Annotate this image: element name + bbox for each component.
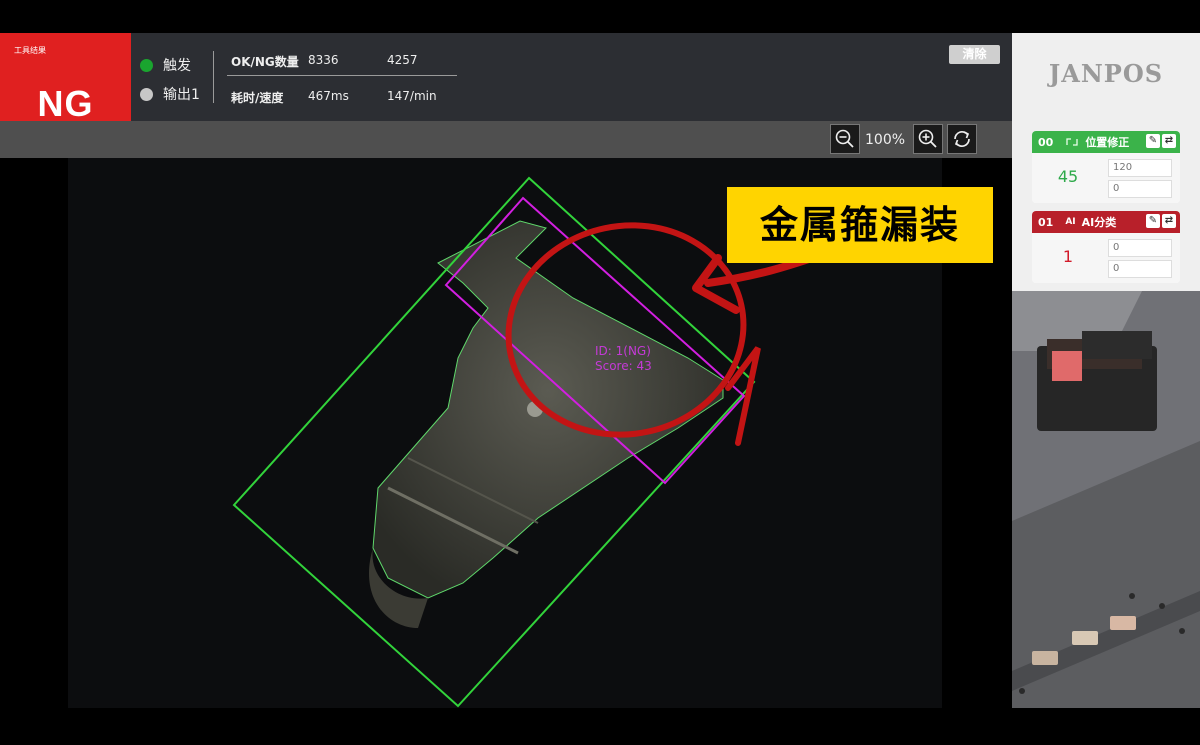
tool-card-body: 1 0 0 bbox=[1032, 233, 1180, 283]
edit-icon[interactable]: ✎ bbox=[1146, 214, 1160, 228]
tool-result-panel: 工具结果 NG bbox=[0, 33, 131, 124]
image-toolbar: 100% bbox=[0, 121, 1012, 158]
tool-card-header: 01 AI AI分类 ✎ ⇄ bbox=[1032, 211, 1180, 233]
tool-result-value: NG bbox=[37, 83, 94, 124]
trigger-label: 触发 bbox=[163, 58, 191, 74]
zoom-level: 100% bbox=[865, 132, 906, 148]
tool-index: 00 bbox=[1038, 135, 1054, 149]
annotation-arrow bbox=[692, 252, 822, 314]
camera-scene bbox=[1012, 291, 1200, 708]
tool-score: 1 bbox=[1062, 247, 1074, 266]
swap-icon[interactable]: ⇄ bbox=[1162, 214, 1176, 228]
param1-input[interactable]: 120 bbox=[1108, 159, 1172, 177]
output1-label: 输出1 bbox=[163, 87, 200, 103]
refresh-button[interactable] bbox=[947, 124, 977, 154]
tool-card-ai[interactable]: 01 AI AI分类 ✎ ⇄ 1 0 0 bbox=[1032, 211, 1180, 283]
param2-input[interactable]: 0 bbox=[1108, 180, 1172, 198]
param1-input[interactable]: 0 bbox=[1108, 239, 1172, 257]
camera-live-view bbox=[1012, 291, 1200, 708]
speed-value: 147/min bbox=[387, 89, 437, 103]
tool-index: 01 bbox=[1038, 215, 1054, 229]
zoom-out-button[interactable] bbox=[830, 124, 860, 154]
clear-button[interactable]: 清除 bbox=[949, 45, 1000, 64]
header-divider bbox=[213, 51, 214, 103]
ai-tool-icon: AI bbox=[1065, 217, 1076, 227]
detection-id: ID: 1(NG) bbox=[595, 344, 651, 358]
defect-annotation-label: 金属箍漏装 bbox=[727, 187, 993, 263]
zoom-in-icon bbox=[918, 129, 937, 148]
detection-score: Score: 43 bbox=[595, 359, 652, 373]
refresh-icon bbox=[954, 130, 970, 148]
brand-logo: JANPOS bbox=[1048, 59, 1164, 88]
tool-score: 45 bbox=[1057, 167, 1079, 186]
bottom-letterbox bbox=[0, 708, 1200, 745]
tool-name: 位置修正 bbox=[1085, 136, 1130, 149]
header-bar: 触发 输出1 OK/NG数量 8336 4257 耗时/速度 467ms 147… bbox=[131, 33, 1012, 121]
tool-card-position[interactable]: 00 位置修正 ✎ ⇄ 45 120 0 bbox=[1032, 131, 1180, 203]
time-value: 467ms bbox=[308, 89, 349, 103]
zoom-in-button[interactable] bbox=[913, 124, 943, 154]
edit-icon[interactable]: ✎ bbox=[1146, 134, 1160, 148]
trigger-indicator-icon bbox=[140, 58, 153, 72]
swap-icon[interactable]: ⇄ bbox=[1162, 134, 1176, 148]
tool-card-header: 00 位置修正 ✎ ⇄ bbox=[1032, 131, 1180, 153]
zoom-out-icon bbox=[835, 129, 854, 148]
output1-indicator-icon bbox=[140, 87, 153, 101]
stats-divider bbox=[227, 75, 457, 76]
param2-input[interactable]: 0 bbox=[1108, 260, 1172, 278]
time-label: 耗时/速度 bbox=[231, 91, 284, 105]
top-letterbox bbox=[0, 0, 1200, 33]
output1-status: 输出1 bbox=[140, 84, 200, 104]
trigger-status: 触发 bbox=[140, 55, 191, 75]
tool-list-panel: JANPOS 00 位置修正 ✎ ⇄ 45 120 0 01 AI AI分类 ✎… bbox=[1012, 33, 1200, 291]
tool-name: AI分类 bbox=[1081, 216, 1117, 229]
tool-result-caption: 工具结果 bbox=[14, 46, 46, 55]
position-tool-icon bbox=[1066, 138, 1078, 146]
ng-count: 4257 bbox=[387, 53, 418, 67]
ok-count: 8336 bbox=[308, 53, 339, 67]
tool-card-body: 45 120 0 bbox=[1032, 153, 1180, 203]
count-label: OK/NG数量 bbox=[231, 55, 299, 69]
